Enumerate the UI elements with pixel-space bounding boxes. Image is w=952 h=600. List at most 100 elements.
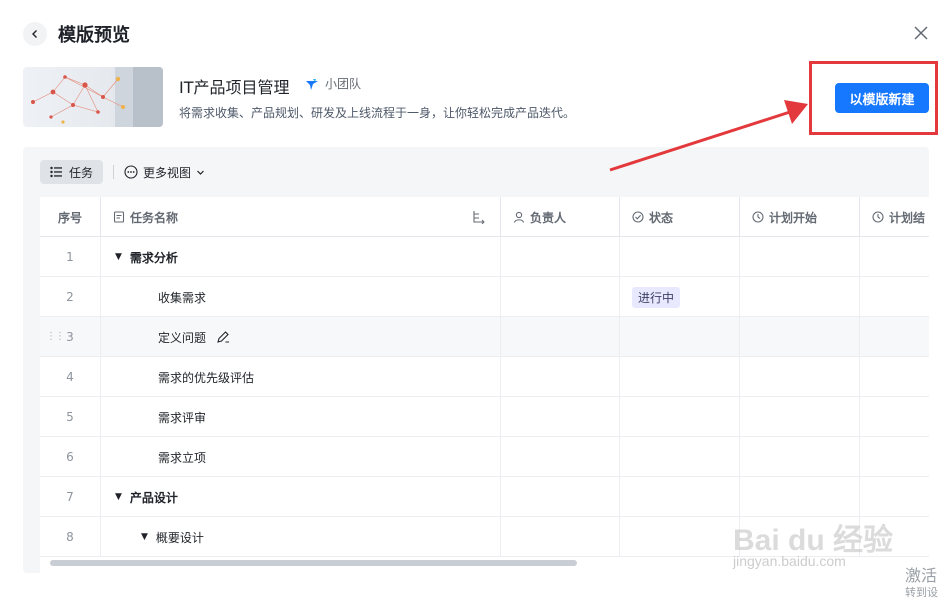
status-cell[interactable]	[620, 437, 740, 477]
table-row[interactable]: 1 ▼ 需求分析	[40, 237, 929, 277]
team-size-tag: 小团队	[304, 75, 361, 92]
expand-caret-icon[interactable]: ▼	[115, 492, 122, 502]
status-cell[interactable]: 进行中	[620, 277, 740, 317]
table-row[interactable]: 5 需求评审	[40, 397, 929, 437]
table-row[interactable]: 2 收集需求 进行中	[40, 277, 929, 317]
status-cell[interactable]	[620, 237, 740, 277]
plan-start-cell[interactable]	[740, 437, 860, 477]
plan-end-cell[interactable]	[860, 437, 929, 477]
status-cell[interactable]	[620, 517, 740, 557]
column-header-owner[interactable]: 负责人	[501, 197, 620, 237]
column-header-plan-start-label: 计划开始	[769, 210, 818, 225]
plan-start-cell[interactable]	[740, 277, 860, 317]
close-button[interactable]	[910, 22, 932, 44]
more-views-label: 更多视图	[143, 165, 192, 180]
column-header-status-label: 状态	[649, 210, 674, 225]
task-name: 收集需求	[158, 290, 207, 305]
owner-cell[interactable]	[501, 477, 620, 517]
seq-cell: 3	[40, 317, 101, 357]
task-name-cell[interactable]: ▼ 需求分析	[101, 237, 501, 277]
tab-task-view[interactable]: 任务	[40, 160, 104, 184]
seq-cell: 2	[40, 277, 101, 317]
plan-end-cell[interactable]	[860, 277, 929, 317]
owner-cell[interactable]	[501, 397, 620, 437]
hierarchy-icon[interactable]	[472, 210, 486, 224]
owner-cell[interactable]	[501, 237, 620, 277]
template-thumbnail	[23, 67, 163, 127]
table-header: 序号 任务名称 负责人 状态 计划开始 计划结	[40, 197, 929, 237]
owner-cell[interactable]	[501, 517, 620, 557]
plan-start-cell[interactable]	[740, 397, 860, 437]
person-icon	[513, 211, 525, 223]
list-icon	[50, 166, 62, 178]
plan-end-cell[interactable]	[860, 397, 929, 437]
status-cell[interactable]	[620, 397, 740, 437]
status-cell[interactable]	[620, 357, 740, 397]
task-name-cell[interactable]: ▼ 产品设计	[101, 477, 501, 517]
column-header-seq[interactable]: 序号	[40, 197, 101, 237]
task-name-cell[interactable]: 定义问题	[101, 317, 501, 357]
watermark-url: jingyan.baidu.com	[733, 553, 846, 569]
column-header-name[interactable]: 任务名称	[101, 197, 501, 237]
task-name-cell[interactable]: 收集需求	[101, 277, 501, 317]
toolbar-divider	[113, 165, 115, 179]
dialog-title: 模版预览	[58, 25, 130, 46]
task-name-cell[interactable]: ▼ 概要设计	[101, 517, 501, 557]
document-icon	[113, 211, 125, 223]
seq-cell: 1	[40, 237, 101, 277]
team-size-label: 小团队	[325, 77, 362, 91]
chevron-down-icon	[197, 170, 204, 175]
table-row[interactable]: ⋮⋮ 3 定义问题	[40, 317, 929, 357]
plan-start-cell[interactable]	[740, 477, 860, 517]
preview-panel: 任务 更多视图 序号 任务名称 负责人 状态 计划开始 计划结 1 ▼ 需求分析…	[23, 147, 929, 573]
table-row[interactable]: 7 ▼ 产品设计	[40, 477, 929, 517]
horizontal-scrollbar[interactable]	[50, 560, 577, 566]
seq-cell: 8	[40, 517, 101, 557]
annotation-highlight-box	[809, 61, 938, 135]
chevron-left-icon	[32, 30, 37, 38]
task-name: 需求分析	[129, 250, 178, 265]
column-header-plan-start[interactable]: 计划开始	[740, 197, 860, 237]
task-name-cell[interactable]: 需求立项	[101, 437, 501, 477]
plan-start-cell[interactable]	[740, 317, 860, 357]
check-circle-icon	[632, 211, 644, 223]
table-row[interactable]: 4 需求的优先级评估	[40, 357, 929, 397]
status-cell[interactable]	[620, 317, 740, 357]
plan-end-cell[interactable]	[860, 237, 929, 277]
column-header-status[interactable]: 状态	[620, 197, 740, 237]
task-name: 概要设计	[155, 530, 204, 545]
edit-pencil-icon[interactable]	[216, 330, 230, 344]
plan-end-cell[interactable]	[860, 477, 929, 517]
seq-cell: 7	[40, 477, 101, 517]
owner-cell[interactable]	[501, 437, 620, 477]
owner-cell[interactable]	[501, 317, 620, 357]
seq-cell: 4	[40, 357, 101, 397]
plan-start-cell[interactable]	[740, 237, 860, 277]
template-description: 将需求收集、产品规划、研发及上线流程于一身，让你轻松完成产品迭代。	[179, 106, 576, 120]
more-icon	[124, 165, 138, 179]
task-name: 需求的优先级评估	[158, 370, 255, 385]
more-views-dropdown[interactable]: 更多视图	[124, 164, 205, 181]
seq-cell: 5	[40, 397, 101, 437]
plan-end-cell[interactable]	[860, 357, 929, 397]
task-name-cell[interactable]: 需求评审	[101, 397, 501, 437]
task-name-cell[interactable]: 需求的优先级评估	[101, 357, 501, 397]
view-toolbar: 任务 更多视图	[40, 160, 205, 184]
column-header-name-label: 任务名称	[130, 210, 179, 225]
plan-end-cell[interactable]	[860, 317, 929, 357]
expand-caret-icon[interactable]: ▼	[141, 532, 148, 542]
status-cell[interactable]	[620, 477, 740, 517]
column-header-plan-end[interactable]: 计划结	[860, 197, 929, 237]
activation-link: 转到设	[905, 586, 938, 599]
task-name: 产品设计	[129, 490, 178, 505]
column-header-owner-label: 负责人	[530, 210, 567, 225]
seq-cell: 6	[40, 437, 101, 477]
team-icon	[306, 78, 318, 90]
table-row[interactable]: 6 需求立项	[40, 437, 929, 477]
plan-start-cell[interactable]	[740, 357, 860, 397]
owner-cell[interactable]	[501, 357, 620, 397]
expand-caret-icon[interactable]: ▼	[115, 252, 122, 262]
clock-icon	[872, 211, 884, 223]
owner-cell[interactable]	[501, 277, 620, 317]
back-button[interactable]	[23, 22, 47, 46]
